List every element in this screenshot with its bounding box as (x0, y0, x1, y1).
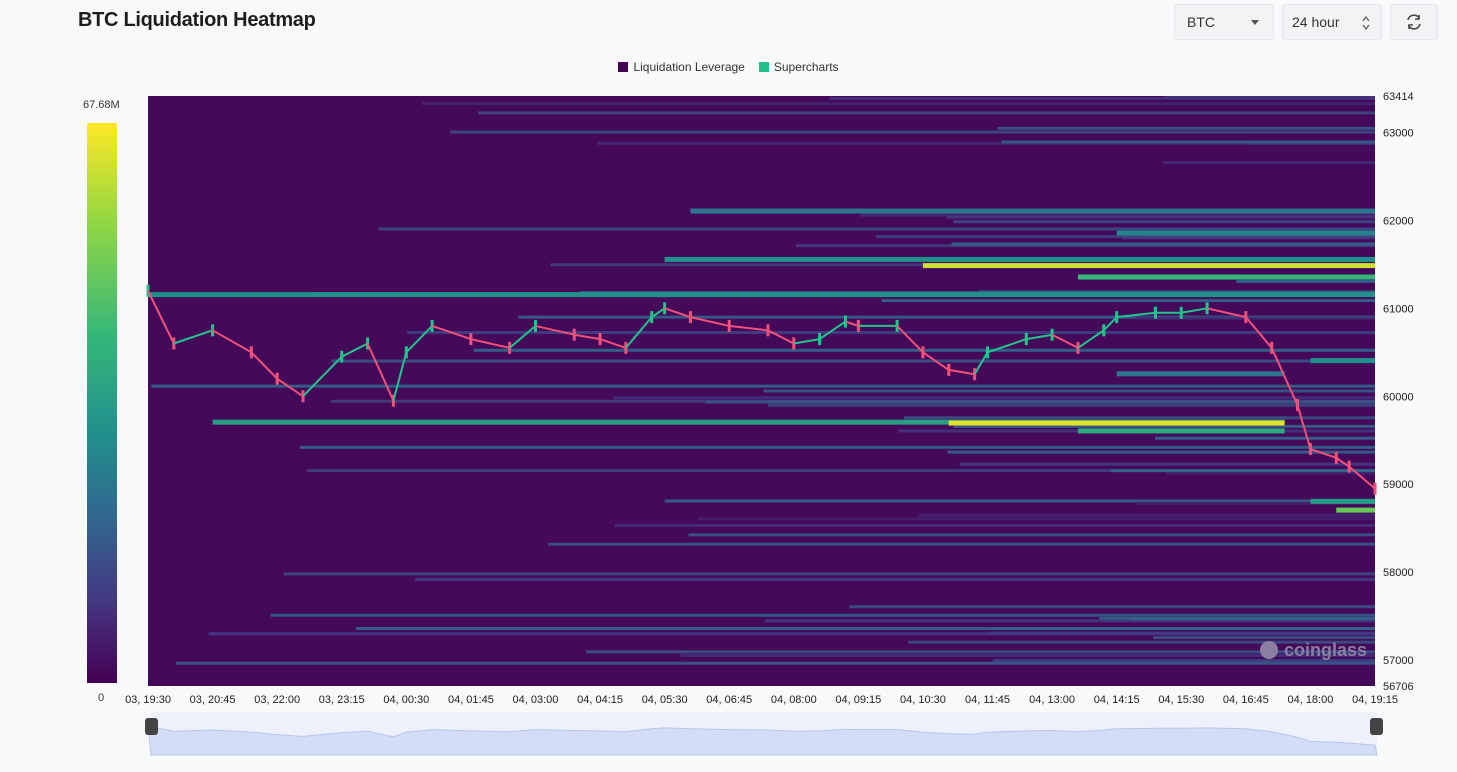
x-tick-label: 04, 16:45 (1223, 694, 1269, 706)
heat-band-faint (270, 613, 1375, 617)
heat-band-faint (614, 523, 1375, 527)
heat-band (1310, 498, 1375, 504)
heat-band-faint (1111, 469, 1375, 473)
heat-band-faint (988, 631, 1375, 635)
heat-band-faint (331, 359, 1375, 363)
heat-band-faint (450, 130, 1375, 134)
heat-band-faint (953, 220, 1375, 224)
heat-band (1077, 274, 1375, 280)
y-tick-label: 58000 (1383, 567, 1414, 579)
heat-band-faint (300, 445, 1375, 449)
heat-band-faint (478, 111, 1376, 115)
heat-band-faint (283, 572, 1376, 576)
x-tick-label: 03, 20:45 (190, 694, 236, 706)
heat-band-faint (407, 330, 1375, 334)
y-tick-label: 63414 (1383, 91, 1414, 103)
heat-band-faint (829, 96, 1375, 100)
coinglass-logo-icon (1260, 641, 1278, 659)
heat-band-faint (881, 299, 1375, 303)
x-tick-label: 03, 23:15 (319, 694, 365, 706)
heat-band-faint (768, 403, 1375, 407)
heat-band-faint (1152, 636, 1375, 640)
heat-band (922, 263, 1375, 269)
heat-band-faint (903, 416, 1375, 420)
heat-band-faint (586, 650, 1375, 654)
x-tick-label: 04, 14:15 (1094, 694, 1140, 706)
heat-band-faint (765, 619, 1375, 623)
x-tick-label: 04, 11:45 (965, 694, 1010, 706)
heat-band-faint (1155, 436, 1375, 440)
heat-band-faint (959, 462, 1375, 466)
heat-band-faint (849, 605, 1375, 609)
x-tick-label: 04, 06:45 (706, 694, 752, 706)
x-tick-label: 04, 03:00 (513, 694, 559, 706)
heat-band (148, 292, 1375, 298)
heat-band-faint (1166, 471, 1375, 475)
heat-band-faint (951, 242, 1375, 246)
heat-band-faint (946, 215, 1375, 219)
heat-band (1116, 371, 1285, 377)
y-tick-label: 62000 (1383, 215, 1414, 227)
y-tick-label: 60000 (1383, 391, 1414, 403)
heat-band-faint (355, 627, 1375, 631)
candle (1373, 482, 1377, 495)
y-tick-label: 57000 (1383, 655, 1414, 667)
navigator-handle-left[interactable] (145, 718, 158, 735)
heat-band-faint (688, 533, 1375, 537)
x-tick-label: 04, 00:30 (383, 694, 429, 706)
heat-band (690, 208, 1375, 214)
x-tick-label: 04, 09:15 (835, 694, 881, 706)
x-tick-label: 04, 01:45 (448, 694, 494, 706)
heat-band (1336, 507, 1375, 513)
heat-band-faint (918, 513, 1375, 517)
x-tick-label: 03, 22:00 (254, 694, 300, 706)
heat-band (1116, 230, 1375, 236)
heat-band-faint (1236, 279, 1375, 283)
watermark-text: coinglass (1284, 640, 1367, 660)
x-tick-label: 04, 08:00 (771, 694, 817, 706)
heat-band-faint (997, 126, 1375, 130)
x-tick-label: 04, 19:15 (1352, 694, 1398, 706)
heat-band-faint (698, 517, 1375, 521)
heat-band (664, 256, 1375, 262)
x-tick-label: 04, 13:00 (1029, 694, 1075, 706)
heat-band (948, 420, 1285, 426)
y-tick-label: 63000 (1383, 127, 1414, 139)
navigator-handle-right[interactable] (1370, 718, 1383, 735)
heat-band (1077, 428, 1285, 434)
heat-band-faint (1162, 161, 1375, 165)
heat-band-faint (422, 102, 1375, 106)
heat-band-faint (1001, 140, 1375, 144)
x-tick-label: 04, 10:30 (900, 694, 946, 706)
heat-band-faint (1135, 316, 1375, 320)
y-tick-label: 59000 (1383, 479, 1414, 491)
heat-band (1310, 358, 1375, 364)
heat-band-faint (151, 384, 1375, 388)
heat-band-faint (175, 661, 1376, 665)
liquidation-heatmap-chart[interactable]: 63414 63000 62000 61000 60000 59000 58000 57000… (0, 0, 1457, 772)
y-tick-label: 61000 (1383, 303, 1414, 315)
x-tick-label: 04, 18:00 (1287, 694, 1333, 706)
x-tick-label: 04, 04:15 (577, 694, 623, 706)
x-tick-label: 04, 15:30 (1158, 694, 1204, 706)
x-tick-label: 03, 19:30 (125, 694, 171, 706)
heat-band-faint (548, 542, 1375, 546)
x-tick-label: 04, 05:30 (642, 694, 688, 706)
heat-band-faint (378, 227, 1375, 231)
heat-band-faint (415, 577, 1376, 581)
heat-band-faint (613, 396, 1375, 400)
heat-band-faint (705, 400, 1375, 404)
y-tick-label: 56706 (1383, 681, 1414, 693)
heat-band-faint (763, 389, 1375, 393)
